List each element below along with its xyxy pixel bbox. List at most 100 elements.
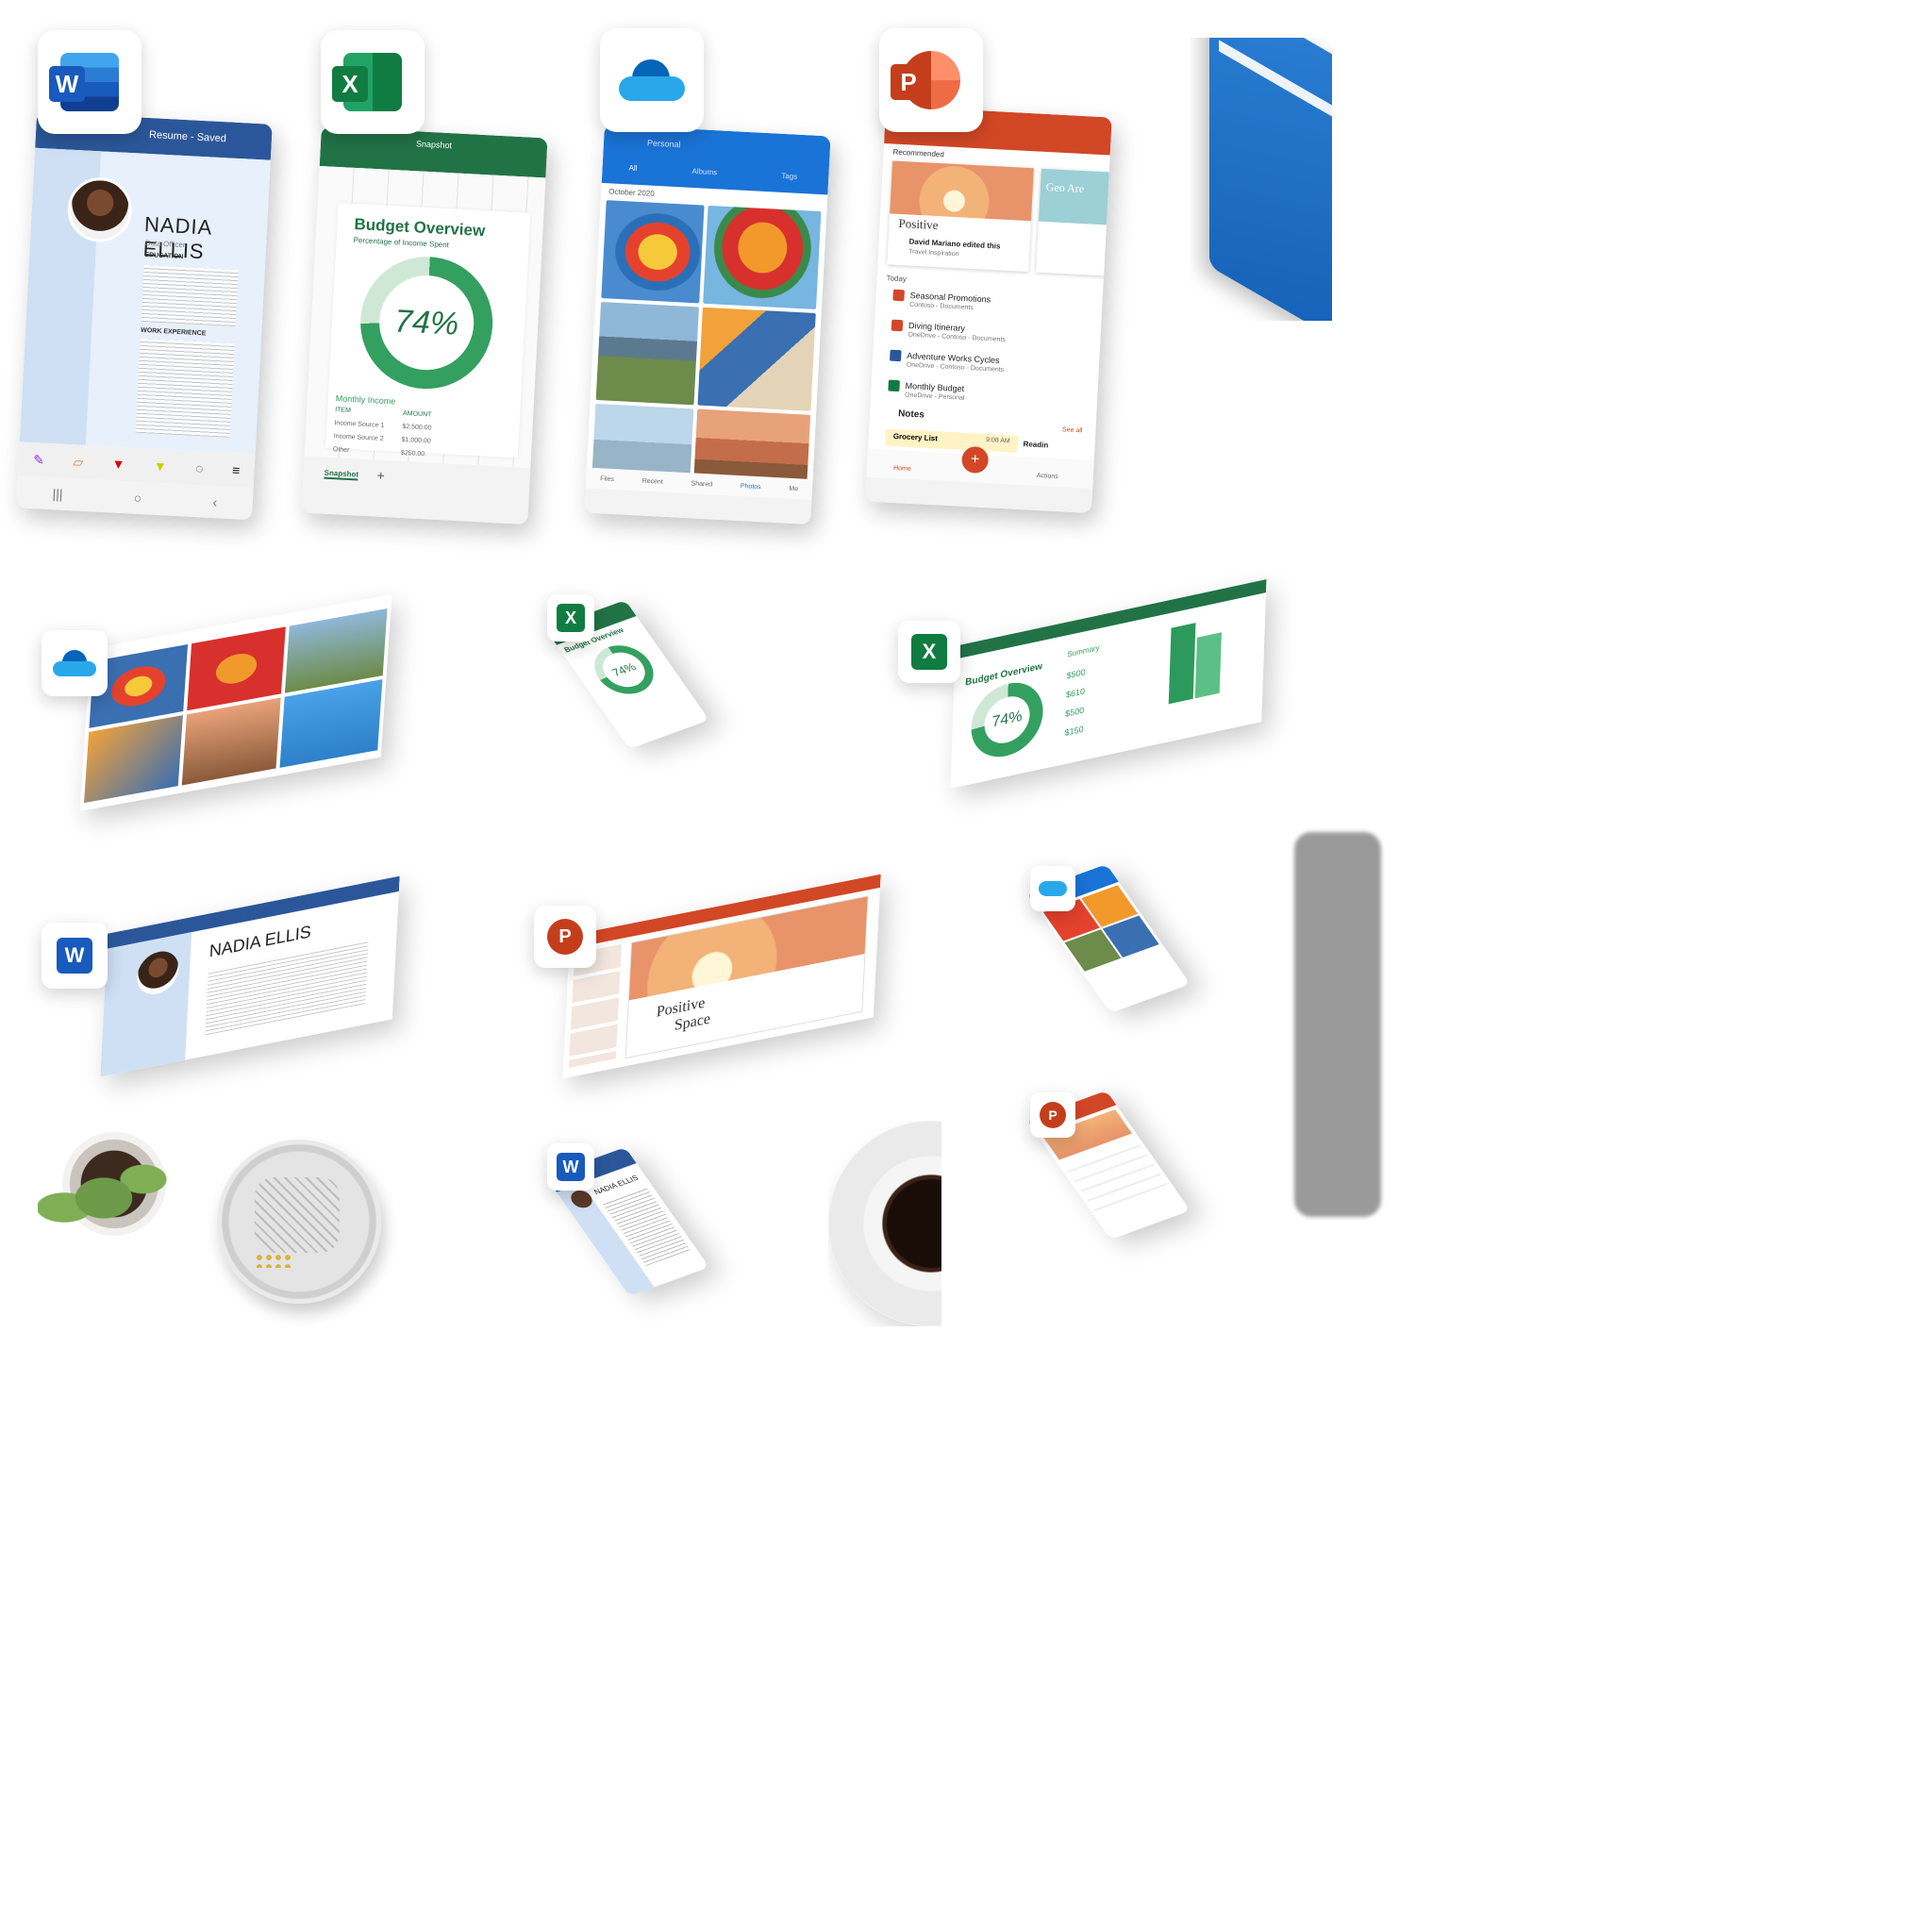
row-2-item: Income Source 2 bbox=[333, 433, 384, 442]
word-icon-small: W bbox=[547, 1143, 594, 1191]
file-2-loc: OneDrive - Contoso - Documents bbox=[908, 331, 1006, 343]
onedrive-laptop bbox=[79, 594, 392, 811]
ink-thickness-icon[interactable]: ≡ bbox=[232, 462, 241, 477]
tab-all[interactable]: All bbox=[628, 163, 637, 172]
word-icon-laptop: W bbox=[42, 923, 108, 989]
file-1-loc: Contoso - Documents bbox=[908, 301, 974, 312]
excel-tablet-percent: 74% bbox=[983, 691, 1031, 748]
nav-photos[interactable]: Photos bbox=[741, 483, 761, 491]
resume-work: WORK EXPERIENCE bbox=[141, 326, 207, 338]
excel-tablet-bar-2 bbox=[1194, 632, 1222, 699]
word-icon: W bbox=[49, 53, 119, 111]
ppt-app-icon-tile: P bbox=[879, 28, 983, 132]
see-all-link[interactable]: See all bbox=[1062, 426, 1083, 434]
onedrive-cloud-icon bbox=[619, 59, 685, 101]
note-title: Grocery List bbox=[892, 431, 939, 443]
nav-actions[interactable]: Actions bbox=[1037, 473, 1058, 480]
onedrive-phone: Personal All Albums Tags October 2020 Fi… bbox=[584, 125, 831, 525]
photo-balloon-1[interactable] bbox=[601, 200, 705, 304]
budget-percent: 74% bbox=[393, 302, 460, 342]
ppt-laptop: Positive Space bbox=[562, 874, 881, 1079]
card-file: Travel Inspiration bbox=[908, 248, 959, 258]
nav-me[interactable]: Me bbox=[789, 485, 798, 491]
donut-chart: 74% bbox=[357, 253, 496, 392]
nav-recent[interactable]: Recent bbox=[642, 477, 664, 485]
paperclip-bowl bbox=[217, 1140, 381, 1304]
home-icon[interactable]: ○ bbox=[133, 491, 142, 506]
photo-mountain[interactable] bbox=[595, 302, 699, 406]
word-small-letter: W bbox=[557, 1153, 585, 1181]
note-time: 9:08 AM bbox=[985, 437, 1010, 445]
donut-hole: 74% bbox=[376, 273, 476, 373]
onedrive-icon-phone-small bbox=[1030, 866, 1075, 911]
resume-text-block-2 bbox=[135, 338, 235, 438]
excel-icon-small: X bbox=[547, 594, 594, 641]
ppt-icon-small: P bbox=[1030, 1092, 1075, 1138]
recommended-label: Recommended bbox=[892, 147, 945, 159]
excel-grid: Budget Overview Percentage of Income Spe… bbox=[304, 165, 546, 469]
word-page: NADIA ELLIS Data Officer EDUCATION WORK … bbox=[19, 147, 271, 455]
recents-icon[interactable]: ||| bbox=[52, 486, 63, 502]
excel-small-letter: X bbox=[557, 604, 585, 632]
eraser-icon[interactable]: ▱ bbox=[73, 454, 84, 471]
card2-title: Geo Are bbox=[1038, 168, 1112, 225]
grey-bar bbox=[1294, 832, 1381, 1217]
row-3-item: Other bbox=[332, 446, 350, 455]
row-3-amount: $250.00 bbox=[400, 449, 425, 458]
note-card-2[interactable]: Readin bbox=[1023, 440, 1048, 449]
create-fab[interactable]: + bbox=[960, 445, 990, 475]
excel-tablet-summary: Summary bbox=[1067, 642, 1100, 659]
ppt-file-icon bbox=[891, 319, 904, 332]
recommended-card-2[interactable]: Geo Are bbox=[1036, 168, 1112, 276]
nav-shared[interactable]: Shared bbox=[691, 480, 712, 488]
onedrive-app-icon-tile bbox=[600, 28, 704, 132]
row-1-amount: $2,500.00 bbox=[402, 423, 432, 432]
excel-app-icon-tile: X bbox=[321, 30, 425, 134]
notes-label: Notes bbox=[897, 408, 925, 421]
row-2-amount: $1,000.00 bbox=[401, 436, 431, 445]
word-laptop-letter: W bbox=[57, 938, 92, 974]
tab-albums[interactable]: Albums bbox=[691, 167, 717, 176]
recommended-card[interactable]: Positive David Mariano edited this Trave… bbox=[887, 160, 1034, 273]
note-card[interactable]: Grocery List 9:08 AM bbox=[885, 428, 1019, 453]
excel-sheet-card: Budget Overview Percentage of Income Spe… bbox=[325, 203, 531, 458]
photo-date: October 2020 bbox=[608, 187, 655, 198]
word-laptop: NADIA ELLIS bbox=[100, 875, 400, 1077]
today-label: Today bbox=[886, 274, 908, 284]
pen-icon[interactable]: ✎ bbox=[33, 452, 45, 469]
tab-tags[interactable]: Tags bbox=[781, 172, 797, 181]
lasso-icon[interactable]: ◌ bbox=[195, 460, 204, 475]
onedrive-icon-small bbox=[42, 630, 108, 696]
excel-sheet-title: Snapshot bbox=[415, 139, 453, 151]
excel-tablet: Budget Overview 74% Summary $500 $610 $5… bbox=[950, 579, 1267, 789]
coffee-cup bbox=[828, 1121, 941, 1326]
nav-files[interactable]: Files bbox=[600, 475, 614, 483]
ppt-icon: P bbox=[891, 51, 960, 109]
photo-balloon-2[interactable] bbox=[703, 205, 822, 309]
col-item: ITEM bbox=[334, 407, 352, 415]
word-app-icon-tile: W bbox=[38, 30, 142, 134]
sheet-tab[interactable]: Snapshot bbox=[324, 468, 359, 481]
onedrive-account: Personal bbox=[646, 138, 681, 150]
card-title: Positive bbox=[898, 215, 939, 233]
ppt-small-letter: P bbox=[1040, 1102, 1066, 1128]
ppt-phone: Recommended Positive David Mariano edite… bbox=[865, 106, 1112, 513]
add-sheet-button[interactable]: + bbox=[376, 468, 385, 483]
excel-tablet-bar-1 bbox=[1168, 623, 1196, 705]
word-doc-title: Resume - Saved bbox=[148, 129, 227, 145]
highlighter-red-icon[interactable]: ▼ bbox=[111, 456, 125, 472]
excel-tablet-letter: X bbox=[911, 634, 947, 670]
back-icon[interactable]: ‹ bbox=[212, 494, 218, 509]
resume-text-block bbox=[141, 264, 239, 327]
word-letter: W bbox=[49, 66, 85, 102]
col-amount: AMOUNT bbox=[402, 409, 432, 419]
card-thumbnail bbox=[890, 160, 1034, 222]
nav-home[interactable]: Home bbox=[893, 465, 911, 473]
excel-icon-tablet: X bbox=[898, 621, 960, 683]
plant-photo bbox=[0, 1123, 187, 1309]
ppt-icon-laptop: P bbox=[534, 906, 596, 968]
word-file-icon bbox=[889, 349, 902, 362]
highlighter-yellow-icon[interactable]: ▼ bbox=[154, 458, 168, 475]
photo-friends[interactable] bbox=[697, 307, 816, 411]
blue-folder bbox=[1191, 38, 1332, 321]
